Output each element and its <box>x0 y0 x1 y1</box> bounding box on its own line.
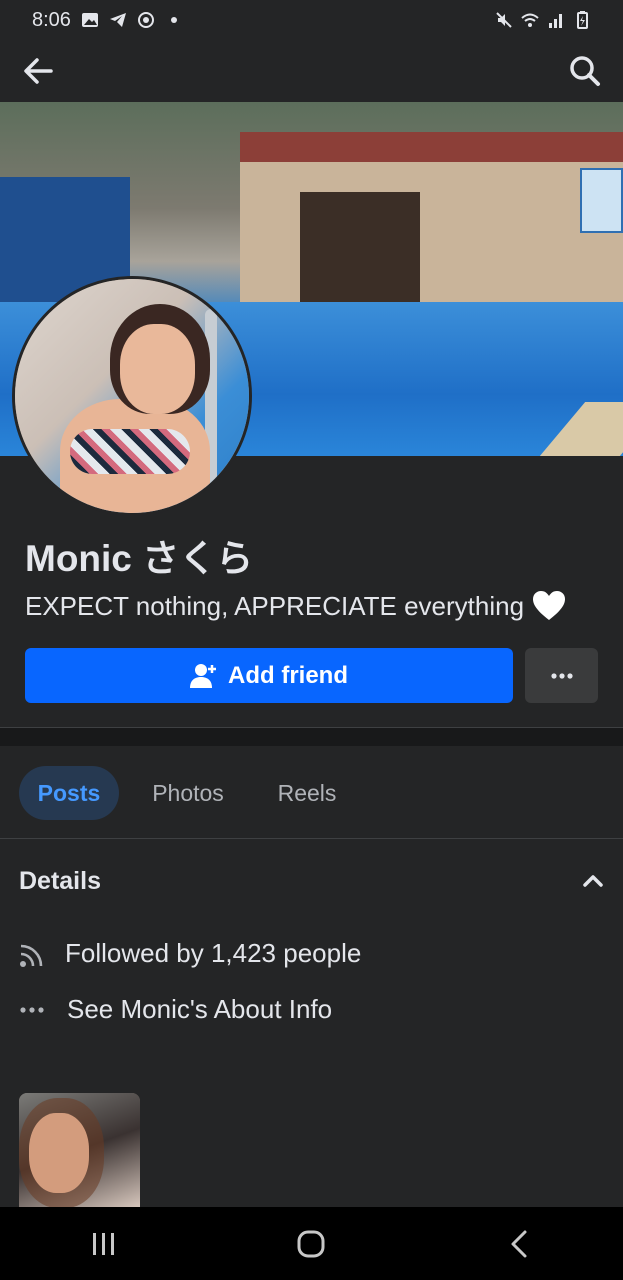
sync-icon <box>137 12 154 28</box>
profile-bio: EXPECT nothing, APPRECIATE everything <box>25 590 566 622</box>
gallery-icon <box>81 13 98 27</box>
followers-row: Followed by 1,423 people <box>19 938 361 969</box>
bio-text: EXPECT nothing, APPRECIATE everything <box>25 590 525 621</box>
system-nav-bar <box>0 1207 623 1280</box>
details-title: Details <box>19 866 101 895</box>
rss-icon <box>20 944 43 967</box>
chevron-up-icon[interactable] <box>582 874 604 888</box>
tab-photos[interactable]: Photos <box>140 766 236 820</box>
details-header[interactable]: Details <box>19 862 604 900</box>
back-button[interactable] <box>18 51 58 91</box>
recent-apps-icon <box>92 1232 114 1255</box>
cover-door <box>300 192 420 312</box>
avatar-face <box>120 324 195 414</box>
featured-photo-thumbnail[interactable] <box>19 1093 140 1207</box>
white-heart-icon <box>533 591 566 620</box>
home-button[interactable] <box>281 1214 341 1274</box>
add-friend-label: Add friend <box>228 661 348 689</box>
search-icon <box>570 56 600 86</box>
signal-icon <box>549 14 562 28</box>
status-right <box>495 11 591 29</box>
profile-tabs: Posts Photos Reels <box>0 766 623 822</box>
battery-icon <box>577 11 588 29</box>
mute-icon <box>496 12 512 28</box>
telegram-icon <box>109 13 126 27</box>
avatar-swimsuit <box>70 429 190 474</box>
thumbnail-face <box>29 1113 89 1193</box>
profile-name: Monic さくら <box>25 538 254 579</box>
search-button[interactable] <box>565 51 605 91</box>
tab-reels[interactable]: Reels <box>265 766 349 820</box>
system-back-button[interactable] <box>489 1214 549 1274</box>
about-info-text: See Monic's About Info <box>67 994 333 1024</box>
status-bar: 8:06 <box>0 0 623 40</box>
cover-sign <box>580 168 623 233</box>
arrow-left-icon <box>24 58 53 84</box>
status-left: 8:06 <box>32 9 183 32</box>
dot-icon <box>170 17 177 23</box>
back-icon <box>511 1230 527 1257</box>
add-friend-button[interactable]: Add friend <box>25 648 513 703</box>
status-time: 8:06 <box>32 8 71 31</box>
recent-apps-button[interactable] <box>74 1214 134 1274</box>
tab-posts[interactable]: Posts <box>19 766 119 820</box>
ellipsis-icon <box>550 672 573 679</box>
app-bar <box>0 40 623 102</box>
followers-text: Followed by 1,423 people <box>65 938 362 968</box>
tabs-divider <box>0 838 623 839</box>
profile-avatar[interactable] <box>12 276 252 516</box>
home-icon <box>297 1230 325 1257</box>
wifi-icon <box>521 13 539 27</box>
add-person-icon <box>190 663 216 688</box>
more-options-button[interactable] <box>525 648 598 703</box>
section-gap <box>0 728 623 746</box>
ellipsis-icon <box>20 1006 44 1013</box>
about-info-row[interactable]: See Monic's About Info <box>19 994 332 1025</box>
